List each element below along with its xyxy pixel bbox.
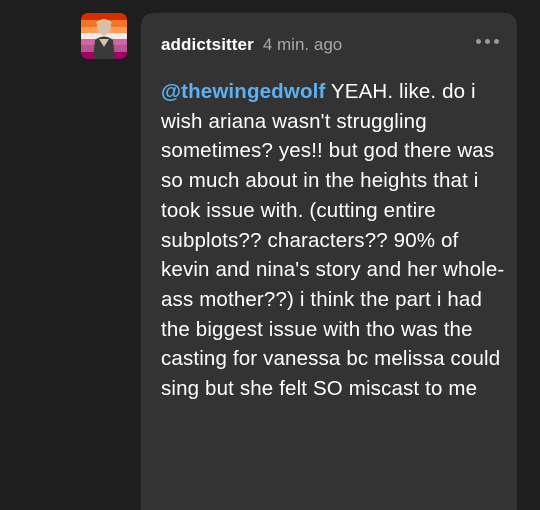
avatar[interactable]: [81, 13, 127, 59]
mention-link[interactable]: @thewingedwolf: [161, 80, 325, 103]
more-dot: [494, 39, 499, 44]
comment-header: addictsitter 4 min. ago: [161, 35, 499, 61]
username-link[interactable]: addictsitter: [161, 35, 254, 55]
comment-bubble: addictsitter 4 min. ago @thewingedwolf Y…: [141, 13, 517, 510]
comment-body: @thewingedwolf YEAH. like. do i wish ari…: [161, 77, 506, 404]
more-options-icon[interactable]: [476, 39, 499, 44]
timestamp: 4 min. ago: [262, 35, 343, 54]
reply-thread: addictsitter 4 min. ago @thewingedwolf Y…: [0, 0, 540, 510]
more-dot: [485, 39, 490, 44]
comment-text: YEAH. like. do i wish ariana wasn't stru…: [161, 80, 505, 401]
avatar-image: [81, 13, 127, 59]
more-dot: [476, 39, 481, 44]
